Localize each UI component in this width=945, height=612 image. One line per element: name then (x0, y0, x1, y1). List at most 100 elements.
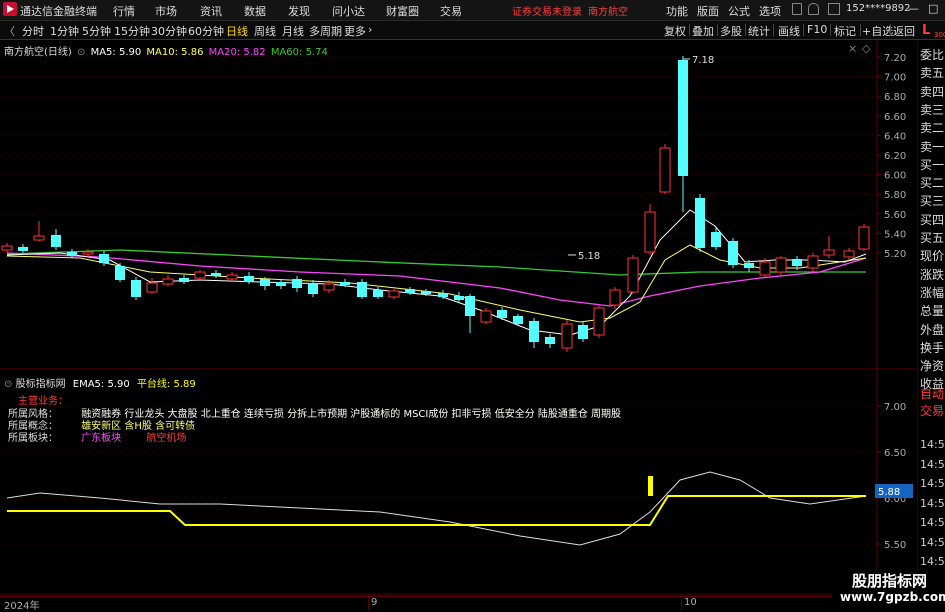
indicator-chart[interactable]: 7.006.506.005.50 5.88 (0, 370, 917, 595)
quote-field-label: 卖四 (920, 84, 945, 99)
period-1min[interactable]: 1分钟 (50, 23, 79, 39)
tool-biaoji[interactable]: 标记 (834, 23, 856, 39)
candle-body-down (545, 337, 555, 344)
level-indicator[interactable]: L (922, 23, 930, 38)
quote-field-label: 卖三 (920, 102, 945, 117)
sub-tick-label: 5.50 (884, 540, 906, 551)
candle-body-down (678, 60, 688, 176)
period-15min[interactable]: 15分钟 (114, 23, 150, 39)
tool-duogu[interactable]: 多股 (720, 23, 742, 39)
kline-chart[interactable]: 7.20 7.00 6.80 6.60 6.40 6.20 6.00 5.80 5.60 5.40… (0, 40, 917, 370)
skin-icon[interactable] (828, 3, 840, 15)
price-tick-label: 6.80 (884, 92, 906, 103)
candle-body-down (18, 247, 28, 251)
sub-tick-label: 7.00 (884, 402, 906, 413)
ma-lines (6, 209, 867, 336)
candle-body-down (513, 316, 523, 324)
watermark-title: 股朋指标网 (852, 572, 928, 590)
candle-body-up (609, 289, 621, 306)
quote-field-label[interactable]: 自动 (920, 385, 945, 402)
candle-body-down (51, 235, 61, 247)
menu-banmian[interactable]: 版面 (697, 3, 719, 19)
period-60min[interactable]: 60分钟 (188, 23, 224, 39)
period-daily[interactable]: 日线 (226, 23, 248, 39)
phone-number[interactable]: 152****9892 (846, 3, 911, 14)
minimize-icon[interactable]: — (908, 2, 919, 15)
candle-body-up (775, 257, 787, 273)
date-divider (368, 597, 369, 610)
user-icon[interactable] (808, 3, 819, 15)
ema5-line (6, 471, 867, 546)
toolbar-divider (745, 24, 746, 36)
candle-body-up (593, 307, 605, 336)
candle-body-up (807, 255, 819, 269)
candle-body-down (292, 279, 302, 288)
period-5min[interactable]: 5分钟 (82, 23, 111, 39)
title-bar: 通达信金融终端 行情 市场 资讯 数据 发现 问小达 财富圈 交易 证券交易未登… (0, 0, 945, 21)
period-multi[interactable]: 多周期 (309, 23, 342, 39)
tool-tongji[interactable]: 统计 (748, 23, 770, 39)
date-label-sep: 9 (371, 597, 378, 608)
nav-arrows-icon[interactable]: 〈 (4, 23, 15, 39)
message-icon[interactable] (792, 3, 802, 15)
sub-gridlines (0, 405, 877, 545)
trade-time: 14:56 (920, 496, 945, 510)
candle-body-up (659, 147, 671, 193)
price-tick-label: 5.40 (884, 229, 906, 240)
app-title: 通达信金融终端 (20, 5, 97, 18)
tool-f10[interactable]: F10 (807, 23, 827, 36)
candle-body-down (529, 321, 539, 342)
candle-body-up (480, 310, 492, 323)
candle-body-down (357, 282, 367, 297)
menu-wenxiaoda[interactable]: 问小达 (332, 3, 365, 19)
candle-body-up (561, 323, 573, 349)
tool-diejia[interactable]: 叠加 (692, 23, 714, 39)
menu-shichang[interactable]: 市场 (155, 3, 177, 19)
maximize-icon[interactable]: □ (928, 2, 938, 15)
toolbar-divider (773, 24, 774, 36)
period-more[interactable]: 更多 (344, 23, 366, 39)
menu-xuanxiang[interactable]: 选项 (759, 3, 781, 19)
tool-zixuan[interactable]: +自选 (862, 23, 893, 39)
menu-shuju[interactable]: 数据 (244, 3, 266, 19)
candle-body-down (67, 252, 77, 256)
price-tick-label: 5.20 (884, 249, 906, 260)
more-chevron-icon[interactable]: › (368, 23, 372, 36)
candle-body-down (276, 282, 286, 286)
period-monthly[interactable]: 月线 (282, 23, 304, 39)
main-price-gridlines (0, 56, 877, 254)
menu-gongneng[interactable]: 功能 (666, 3, 688, 19)
watermark: 股朋指标网 www.7gpzb.com (832, 570, 945, 609)
quote-field-label: 买五 (920, 231, 945, 245)
date-axis: 2024年 9 10 (0, 596, 917, 612)
candle-body-down (244, 276, 254, 282)
menu-caifuquan[interactable]: 财富圈 (386, 3, 419, 19)
candle-body-down (744, 263, 754, 268)
menu-zixun[interactable]: 资讯 (200, 3, 222, 19)
quote-field-label[interactable]: 交易 (920, 402, 945, 419)
price-tick-label: 6.00 (884, 171, 906, 182)
tool-huaxian[interactable]: 画线 (778, 23, 800, 39)
login-notice[interactable]: 证券交易未登录 (512, 3, 582, 18)
menu-hangqing[interactable]: 行情 (113, 3, 135, 19)
quote-field-label: 买三 (920, 194, 945, 209)
quote-field-label: 卖二 (920, 121, 945, 136)
date-label-year: 2024年 (4, 601, 40, 612)
menu-gongshi[interactable]: 公式 (728, 3, 750, 19)
candlesticks (1, 56, 870, 352)
candle-body-up (627, 257, 639, 293)
period-fenshi[interactable]: 分时 (22, 23, 44, 39)
trade-time: 14:56 (920, 438, 945, 451)
period-30min[interactable]: 30分钟 (151, 23, 187, 39)
candle-body-down (115, 266, 125, 280)
quote-field-label: 买一 (920, 157, 945, 172)
app-logo-icon (3, 2, 17, 16)
toolbar-divider (830, 24, 831, 36)
candle-body-down (405, 289, 415, 293)
tool-fuquan[interactable]: 复权 (664, 23, 686, 39)
quote-side-panel: L 300 委比卖五卖四卖三卖二卖一买一买二买三买四买五现价涨跌涨幅总量外盘换手… (917, 23, 945, 609)
period-weekly[interactable]: 周线 (254, 23, 276, 39)
menu-jiaoyi[interactable]: 交易 (440, 3, 462, 19)
tool-fanhui[interactable]: 返回 (893, 23, 915, 39)
menu-faxian[interactable]: 发现 (288, 3, 310, 19)
